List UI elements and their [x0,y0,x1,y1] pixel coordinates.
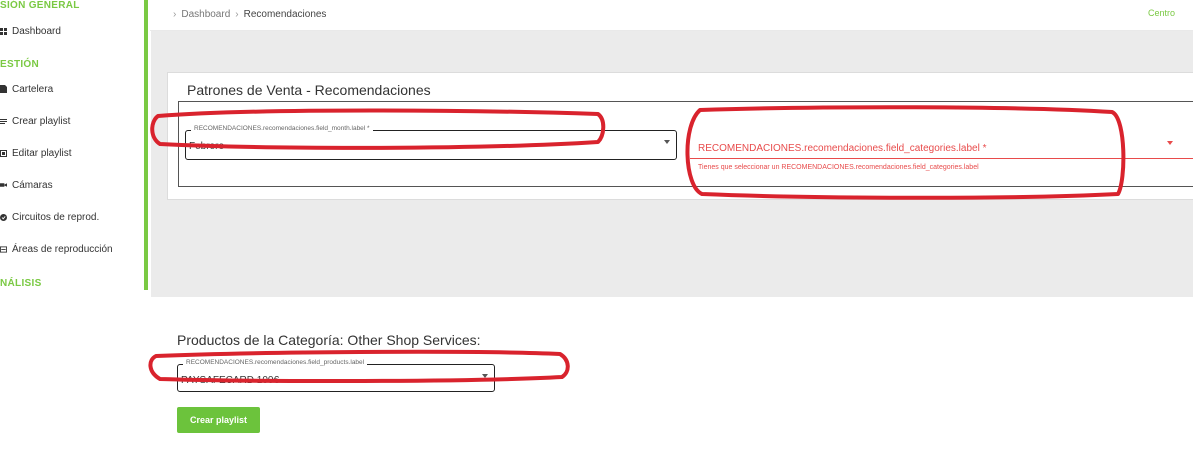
chevron-right-icon: › [173,9,177,20]
sidebar-item-cartelera[interactable]: Cartelera [0,81,53,97]
circuit-icon [0,213,7,221]
sidebar-item-label: Áreas de reproducción [12,243,113,255]
sidebar-item-label: Dashboard [12,25,61,37]
caret-down-icon [1167,141,1173,145]
category-select-label: RECOMENDACIONES.recomendaciones.field_ca… [698,143,987,154]
list-icon [0,118,7,125]
month-select-label: RECOMENDACIONES.recomendaciones.field_mo… [191,125,373,132]
products-select-label: RECOMENDACIONES.recomendaciones.field_pr… [183,359,368,366]
products-select[interactable]: RECOMENDACIONES.recomendaciones.field_pr… [177,359,495,392]
section-title-general: SIÓN GENERAL [0,0,80,11]
products-select-value: PAYSAFECARD 100€ [181,375,280,386]
sidebar-item-label: Editar playlist [12,147,72,159]
caret-down-icon [482,374,488,378]
sidebar: SIÓN GENERAL Dashboard ESTIÓN Cartelera … [0,0,146,290]
content-area: Patrones de Venta - Recomendaciones [151,31,1193,297]
section-title-gestion: ESTIÓN [0,59,40,70]
card-title: Patrones de Venta - Recomendaciones [187,82,431,98]
sidebar-item-areas[interactable]: Áreas de reproducción [0,241,113,257]
sidebar-item-circuitos[interactable]: Circuitos de reprod. [0,209,99,225]
sidebar-item-camaras[interactable]: Cámaras [0,177,53,193]
category-select[interactable]: RECOMENDACIONES.recomendaciones.field_ca… [690,130,1193,159]
products-title: Productos de la Categoría: Other Shop Se… [177,332,481,348]
dashboard-icon [0,27,7,35]
sidebar-item-dashboard[interactable]: Dashboard [0,23,61,39]
sidebar-accent-bar [144,0,148,290]
chevron-right-icon: › [235,9,239,20]
edit-icon [0,149,7,157]
sidebar-item-editar-playlist[interactable]: Editar playlist [0,145,71,161]
section-title-analisis: NÁLISIS [0,278,42,289]
breadcrumb-dashboard[interactable]: Dashboard [181,9,230,20]
topbar: › Dashboard › Recomendaciones Centro [150,0,1193,31]
sidebar-item-label: Cámaras [12,179,53,191]
breadcrumb-current: Recomendaciones [243,9,327,20]
camera-icon [0,182,7,189]
month-select[interactable]: RECOMENDACIONES.recomendaciones.field_mo… [185,125,677,160]
document-icon [0,85,7,93]
sidebar-item-crear-playlist[interactable]: Crear playlist [0,113,70,129]
sidebar-item-label: Circuitos de reprod. [12,211,100,223]
area-icon [0,245,7,253]
sidebar-item-label: Cartelera [12,83,54,95]
topbar-right-link[interactable]: Centro [1148,8,1175,18]
breadcrumb: › Dashboard › Recomendaciones [173,9,326,20]
category-error-message: Tienes que seleccionar un RECOMENDACIONE… [698,164,979,171]
sidebar-item-label: Crear playlist [12,115,71,127]
caret-down-icon [664,140,670,144]
month-select-value: Febrero [189,141,225,152]
create-playlist-button[interactable]: Crear playlist [177,407,260,433]
